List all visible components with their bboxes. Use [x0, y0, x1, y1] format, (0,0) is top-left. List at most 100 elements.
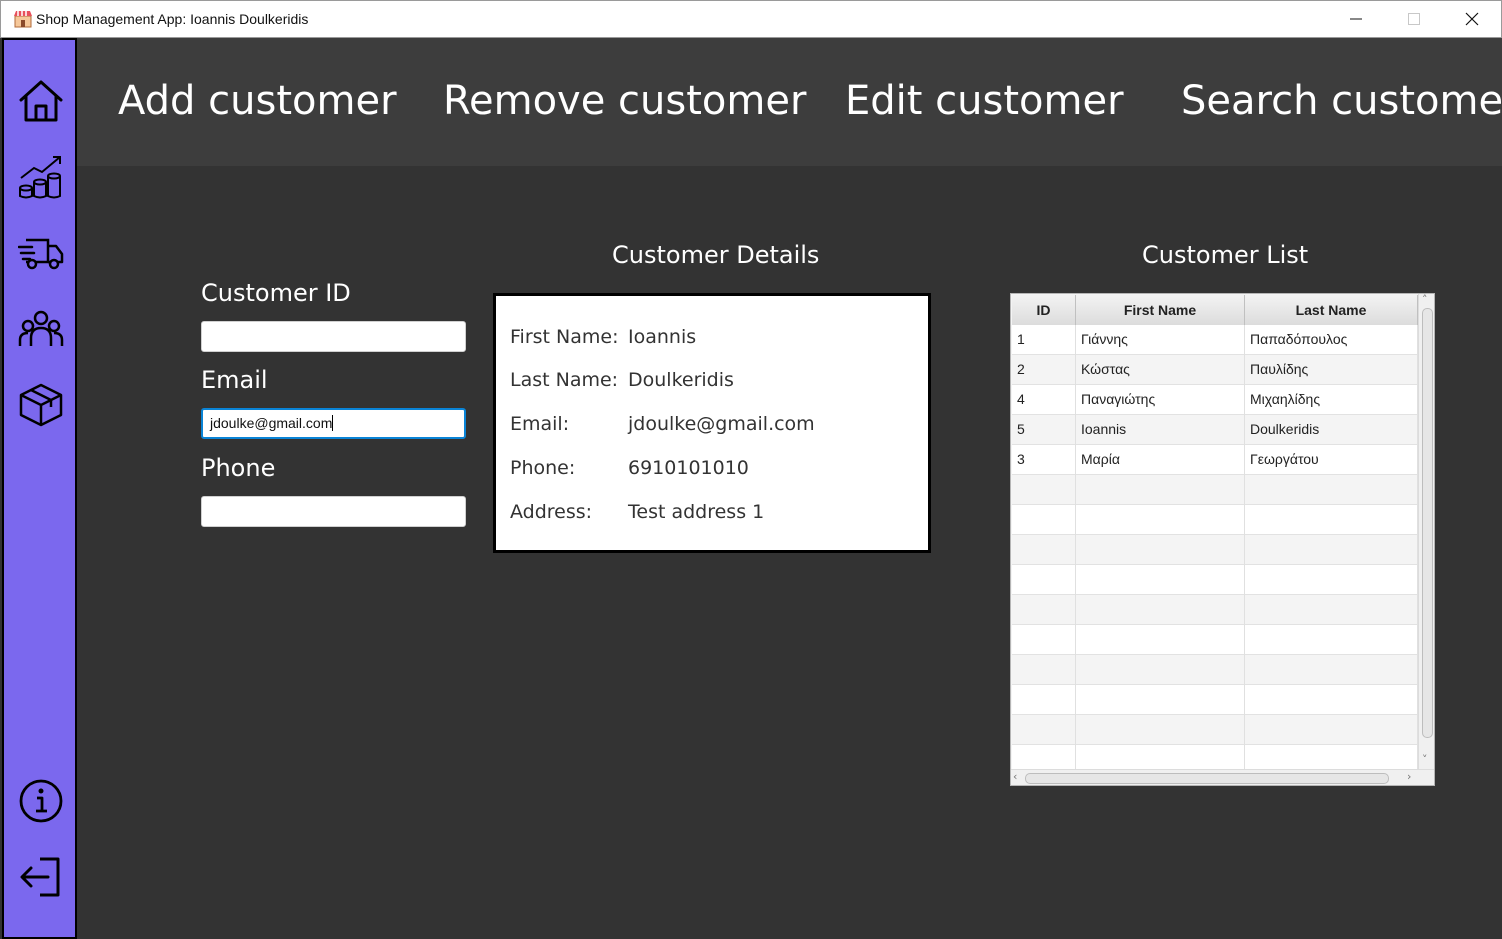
horizontal-scroll-thumb[interactable] — [1025, 773, 1389, 784]
sidebar-item-logout[interactable] — [18, 854, 64, 900]
column-header-first-name[interactable]: First Name — [1076, 295, 1245, 325]
table-row-empty — [1012, 715, 1418, 745]
maximize-icon — [1408, 13, 1420, 25]
minimize-icon — [1350, 18, 1362, 20]
table-cell: Γιάννης — [1076, 325, 1245, 355]
table-cell: Μαρία — [1076, 445, 1245, 475]
details-label: Phone: — [510, 457, 576, 479]
vertical-scrollbar[interactable]: ˄ ˅ — [1418, 294, 1434, 769]
table-cell — [1012, 475, 1076, 505]
sidebar-item-delivery[interactable] — [17, 230, 64, 276]
table-cell — [1076, 685, 1245, 715]
details-row-phone: Phone: 6910101010 — [510, 457, 749, 479]
table-cell — [1076, 475, 1245, 505]
close-button[interactable] — [1443, 1, 1501, 37]
details-label: Address: — [510, 501, 593, 523]
logout-icon — [20, 857, 60, 897]
table-cell — [1012, 715, 1076, 745]
table-cell — [1076, 625, 1245, 655]
scroll-down-icon[interactable]: ˅ — [1422, 753, 1428, 766]
table-cell: Παπαδόπουλος — [1245, 325, 1418, 355]
table-row[interactable]: 1 Γιάννης Παπαδόπουλος — [1012, 325, 1418, 355]
scroll-right-icon[interactable]: › — [1407, 770, 1411, 783]
table-cell: Παναγιώτης — [1076, 385, 1245, 415]
table-cell — [1012, 595, 1076, 625]
email-field[interactable]: jdoulke@gmail.com — [201, 408, 466, 439]
table-row-empty — [1012, 475, 1418, 505]
details-row-email: Email: jdoulke@gmail.com — [510, 413, 815, 435]
minimize-button[interactable] — [1327, 1, 1385, 37]
remove-customer-button[interactable]: Remove customer — [443, 75, 806, 127]
table-cell — [1012, 655, 1076, 685]
table-cell — [1012, 625, 1076, 655]
table-row[interactable]: 3 Μαρία Γεωργάτου — [1012, 445, 1418, 475]
table-row-empty — [1012, 505, 1418, 535]
table-cell — [1245, 715, 1418, 745]
table-cell — [1076, 535, 1245, 565]
table-cell: 1 — [1012, 325, 1076, 355]
details-value: jdoulke@gmail.com — [628, 413, 815, 435]
sidebar-item-info[interactable] — [18, 778, 64, 824]
maximize-button[interactable] — [1385, 1, 1443, 37]
horizontal-scrollbar[interactable]: ‹ › — [1011, 769, 1434, 785]
customer-id-label: Customer ID — [201, 279, 351, 307]
window-title: Shop Management App: Ioannis Doulkeridis — [36, 11, 309, 27]
sidebar-item-customers[interactable] — [18, 306, 64, 352]
scroll-up-icon[interactable]: ˄ — [1422, 294, 1428, 306]
column-header-id[interactable]: ID — [1012, 295, 1076, 325]
customer-details-panel: First Name: Ioannis Last Name: Doulkeridis… — [493, 293, 931, 553]
table-cell — [1245, 535, 1418, 565]
table-cell — [1076, 565, 1245, 595]
table-cell — [1245, 475, 1418, 505]
email-field-value: jdoulke@gmail.com — [210, 415, 333, 431]
details-value: Doulkeridis — [628, 369, 734, 391]
table-cell — [1012, 505, 1076, 535]
shop-icon — [13, 10, 33, 28]
details-value: Ioannis — [628, 326, 697, 348]
details-row-address: Address: Test address 1 — [510, 501, 764, 523]
table-row[interactable]: 4 Παναγιώτης Μιχαηλίδης — [1012, 385, 1418, 415]
details-label: Last Name: — [510, 369, 619, 391]
delivery-truck-icon — [17, 238, 64, 270]
table-cell: Doulkeridis — [1245, 415, 1418, 445]
sidebar-item-sales[interactable] — [18, 154, 64, 200]
details-label: Email: — [510, 413, 570, 435]
email-label: Email — [201, 366, 268, 394]
table-cell: 4 — [1012, 385, 1076, 415]
table-cell — [1012, 565, 1076, 595]
customer-id-field[interactable] — [201, 321, 466, 352]
sidebar-item-products[interactable] — [18, 382, 64, 428]
table-cell — [1245, 565, 1418, 595]
table-row-empty — [1012, 655, 1418, 685]
phone-field[interactable] — [201, 496, 466, 527]
table-cell: Ioannis — [1076, 415, 1245, 445]
search-customer-button[interactable]: Search customer — [1181, 75, 1502, 127]
sidebar-item-home[interactable] — [18, 78, 64, 124]
column-header-last-name[interactable]: Last Name — [1245, 295, 1418, 325]
table-row[interactable]: 2 Κώστας Παυλίδης — [1012, 355, 1418, 385]
table-row-empty — [1012, 535, 1418, 565]
table-row[interactable]: 5 Ioannis Doulkeridis — [1012, 415, 1418, 445]
table-cell: 5 — [1012, 415, 1076, 445]
customers-icon — [18, 310, 64, 346]
details-row-last-name: Last Name: Doulkeridis — [510, 369, 734, 391]
add-customer-button[interactable]: Add customer — [118, 75, 397, 127]
table-cell — [1245, 595, 1418, 625]
table-cell — [1076, 655, 1245, 685]
customer-list-title: Customer List — [1142, 241, 1309, 269]
details-row-first-name: First Name: Ioannis — [510, 326, 696, 348]
table-row-empty — [1012, 625, 1418, 655]
table-cell — [1076, 715, 1245, 745]
table-row-empty — [1012, 595, 1418, 625]
customer-table[interactable]: ID First Name Last Name 1 Γιάννης Παπαδόπο… — [1010, 293, 1435, 786]
table-cell — [1245, 685, 1418, 715]
table-header: ID First Name Last Name — [1012, 295, 1418, 326]
table-cell — [1012, 685, 1076, 715]
scroll-left-icon[interactable]: ‹ — [1013, 770, 1017, 783]
details-value: Test address 1 — [628, 501, 765, 523]
customer-details-title: Customer Details — [612, 241, 820, 269]
edit-customer-button[interactable]: Edit customer — [845, 75, 1124, 127]
vertical-scroll-thumb[interactable] — [1422, 308, 1433, 738]
table-cell — [1245, 655, 1418, 685]
table-cell: Γεωργάτου — [1245, 445, 1418, 475]
